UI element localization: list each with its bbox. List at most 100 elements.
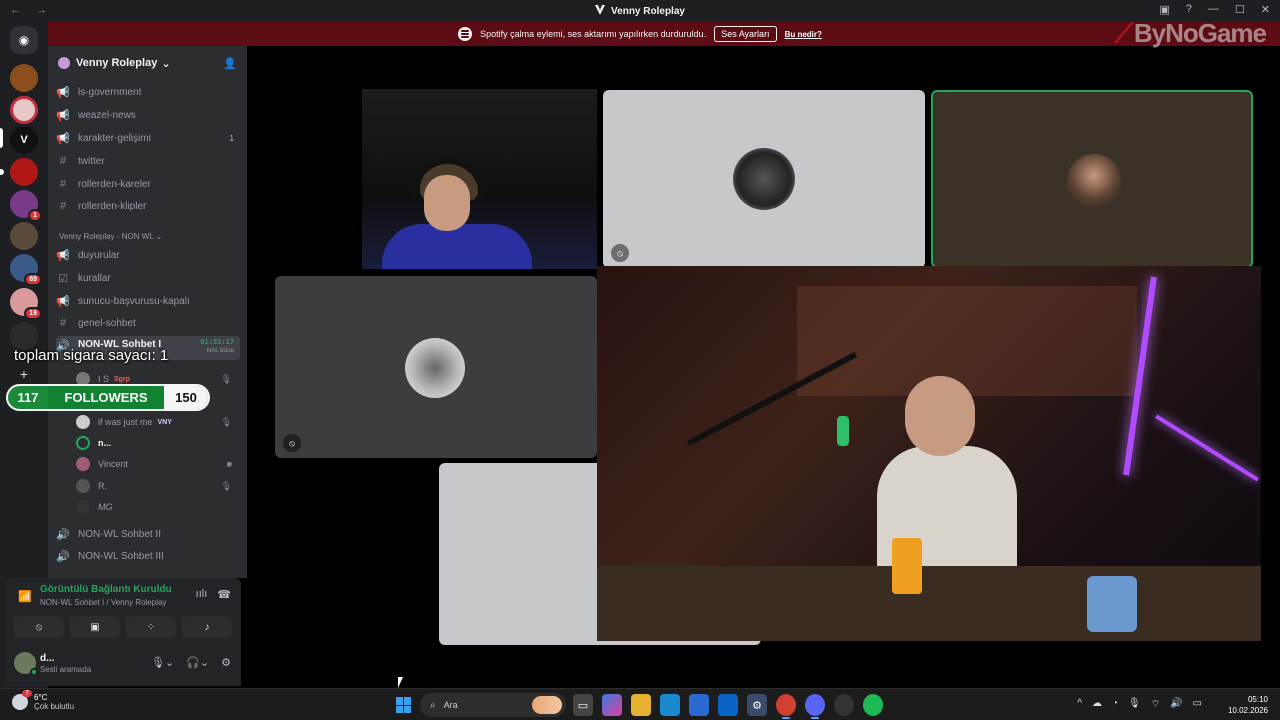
task-view-icon[interactable]: ▭ — [573, 694, 593, 716]
notice-text: Spotify çalma eylemi, ses aktarımı yapıl… — [480, 29, 707, 39]
app-tray-icon[interactable]: ◔ — [1112, 698, 1118, 711]
online-status-icon — [30, 668, 38, 676]
disconnect-icon[interactable]: ☎ — [217, 588, 231, 601]
server-icon-8[interactable]: 19 — [10, 288, 42, 320]
channel-weazel-news[interactable]: 📢 weazel-news — [56, 105, 240, 125]
taskbar-search[interactable]: ⌕ Ara — [420, 693, 566, 717]
server-name: Venny Roleplay — [76, 57, 158, 69]
server-icon-6[interactable] — [10, 222, 38, 250]
wifi-icon[interactable]: ⌔ — [1151, 698, 1160, 711]
neon-light — [1155, 414, 1259, 482]
channel-label: rollerden-klipler — [78, 200, 147, 212]
chrome-icon[interactable] — [776, 694, 796, 719]
channel-karakter-gelisimi[interactable]: 📢 karakter-gelişimi 1 — [56, 128, 240, 148]
voice-user-name: R. — [98, 481, 107, 491]
system-clock[interactable]: 05:10 10.02.2026 — [1228, 694, 1268, 716]
copilot-icon[interactable] — [602, 694, 622, 716]
weather-widget[interactable]: 7 6°C Çok bulutlu — [12, 690, 75, 711]
server-header[interactable]: Venny Roleplay ⌄ 👤 — [48, 46, 247, 80]
category-nonwl[interactable]: Venny Roleplay - NON WL ⌄ — [59, 232, 162, 241]
video-tile-webcam-1[interactable] — [362, 89, 597, 269]
windows-start-icon[interactable] — [396, 697, 412, 713]
voice-user-name: I S — [98, 374, 110, 384]
avatar — [1067, 154, 1121, 208]
channel-twitter[interactable]: # twitter — [56, 151, 240, 171]
server-icon-7[interactable]: 69 — [10, 254, 42, 286]
voice-user[interactable]: R. 🎙 — [76, 476, 240, 496]
person-add-icon[interactable]: 👤 — [223, 57, 237, 70]
channel-duyurular[interactable]: 📢 duyurular — [56, 245, 240, 265]
mic-tray-icon[interactable]: 🎙 — [1128, 698, 1141, 711]
help-icon[interactable]: ? — [1186, 3, 1192, 16]
voice-user[interactable]: MG — [76, 497, 240, 517]
cloud-sync-icon[interactable]: ☁ — [1092, 698, 1102, 711]
camera-off-button[interactable]: ⦸ — [14, 616, 64, 638]
volume-icon[interactable]: 🔊 — [1170, 698, 1182, 711]
server-icon-4[interactable] — [10, 158, 38, 186]
connection-status[interactable]: Görüntülü Bağlantı Kuruldu — [40, 584, 172, 595]
discord-home-icon[interactable]: ◉ — [10, 26, 38, 54]
channel-label: kurallar — [78, 272, 111, 284]
connection-channel[interactable]: NON-WL Sohbet I / Venny Roleplay — [40, 598, 166, 607]
discord-icon[interactable] — [805, 694, 825, 719]
server-icon-5[interactable]: 1 — [10, 190, 42, 222]
battery-icon[interactable]: ▭ — [1193, 698, 1202, 711]
watermark-logo-icon: ⟋ — [1114, 18, 1133, 48]
server-icon-venny[interactable]: V — [10, 126, 38, 154]
avatar — [733, 148, 795, 210]
obs-icon[interactable] — [834, 694, 854, 716]
edge-icon[interactable] — [660, 694, 680, 716]
channel-rollerden-klipler[interactable]: # rollerden-klipler — [56, 196, 240, 216]
username[interactable]: d... — [40, 653, 54, 664]
system-tray: ^ ☁ ◔ 🎙 ⌔ 🔊 ▭ — [1077, 698, 1202, 711]
microphone-icon[interactable]: 🎙⌄ — [151, 656, 174, 669]
cloud-icon: 7 — [12, 690, 32, 710]
channel-sunucu-basvurusu[interactable]: 📢 sunucu-başvurusu-kapalı — [56, 291, 240, 311]
video-tile-avatar-2[interactable]: ⦸ — [603, 90, 925, 268]
server-icon-2[interactable] — [10, 96, 38, 124]
channel-label: twitter — [78, 155, 105, 167]
chevron-up-icon[interactable]: ^ — [1077, 698, 1082, 711]
audio-settings-button[interactable]: Ses Ayarları — [714, 26, 777, 42]
maximize-button[interactable]: ☐ — [1235, 3, 1245, 16]
close-button[interactable]: ✕ — [1261, 3, 1270, 16]
noise-suppression-icon[interactable]: ıılı — [196, 588, 208, 601]
weather-desc: Çok bulutlu — [34, 702, 75, 711]
avatar — [76, 415, 90, 429]
voice-user[interactable]: Vincent ■ — [76, 454, 240, 474]
store-icon[interactable] — [689, 694, 709, 716]
activities-button[interactable]: ⁘ — [126, 616, 176, 638]
minimize-button[interactable]: — — [1208, 3, 1219, 16]
server-icon-9[interactable] — [10, 322, 38, 350]
venny-logo-icon — [595, 5, 606, 15]
voice-user[interactable]: n... — [76, 433, 240, 453]
mic-muted-icon: 🎙 — [220, 373, 232, 384]
file-explorer-icon[interactable] — [631, 694, 651, 716]
channel-genel-sohbet[interactable]: # genel-sohbet — [56, 313, 240, 333]
channel-kurallar[interactable]: ☑ kurallar — [56, 268, 240, 288]
gear-icon[interactable]: ⚙ — [221, 656, 231, 669]
what-is-this-link[interactable]: Bu nedir? — [785, 30, 822, 39]
spotify-taskbar-icon[interactable] — [863, 694, 883, 716]
channel-nonwl-sohbet-3[interactable]: 🔊 NON-WL Sohbet III — [56, 546, 240, 566]
server-icon-1[interactable] — [10, 64, 38, 92]
outlook-icon[interactable] — [718, 694, 738, 716]
video-tile-avatar-3[interactable] — [931, 90, 1253, 268]
voice-user[interactable]: if was just me VNY 🎙 — [76, 412, 240, 432]
channel-nonwl-sohbet-2[interactable]: 🔊 NON-WL Sohbet II — [56, 524, 240, 544]
window-title: Venny Roleplay — [0, 5, 1280, 17]
inbox-icon[interactable]: ▣ — [1159, 3, 1169, 16]
streamer-webcam-overlay — [597, 266, 1261, 641]
server-badge: 1 — [28, 209, 42, 222]
soundboard-button[interactable]: ♪ — [182, 616, 232, 638]
signal-icon[interactable]: 📶 — [18, 590, 32, 603]
settings-app-icon[interactable]: ⚙ — [747, 694, 767, 716]
person-shape — [382, 224, 532, 269]
user-status: Sesli aramada — [40, 665, 92, 674]
channel-ls-government[interactable]: 📢 ls-government — [56, 82, 240, 102]
headphones-icon[interactable]: 🎧⌄ — [186, 656, 209, 669]
avatar — [76, 500, 90, 514]
screen-share-button[interactable]: ▣ — [70, 616, 120, 638]
channel-rollerden-kareler[interactable]: # rollerden-kareler — [56, 174, 240, 194]
video-tile-avatar-4[interactable]: ⦸ — [275, 276, 597, 458]
